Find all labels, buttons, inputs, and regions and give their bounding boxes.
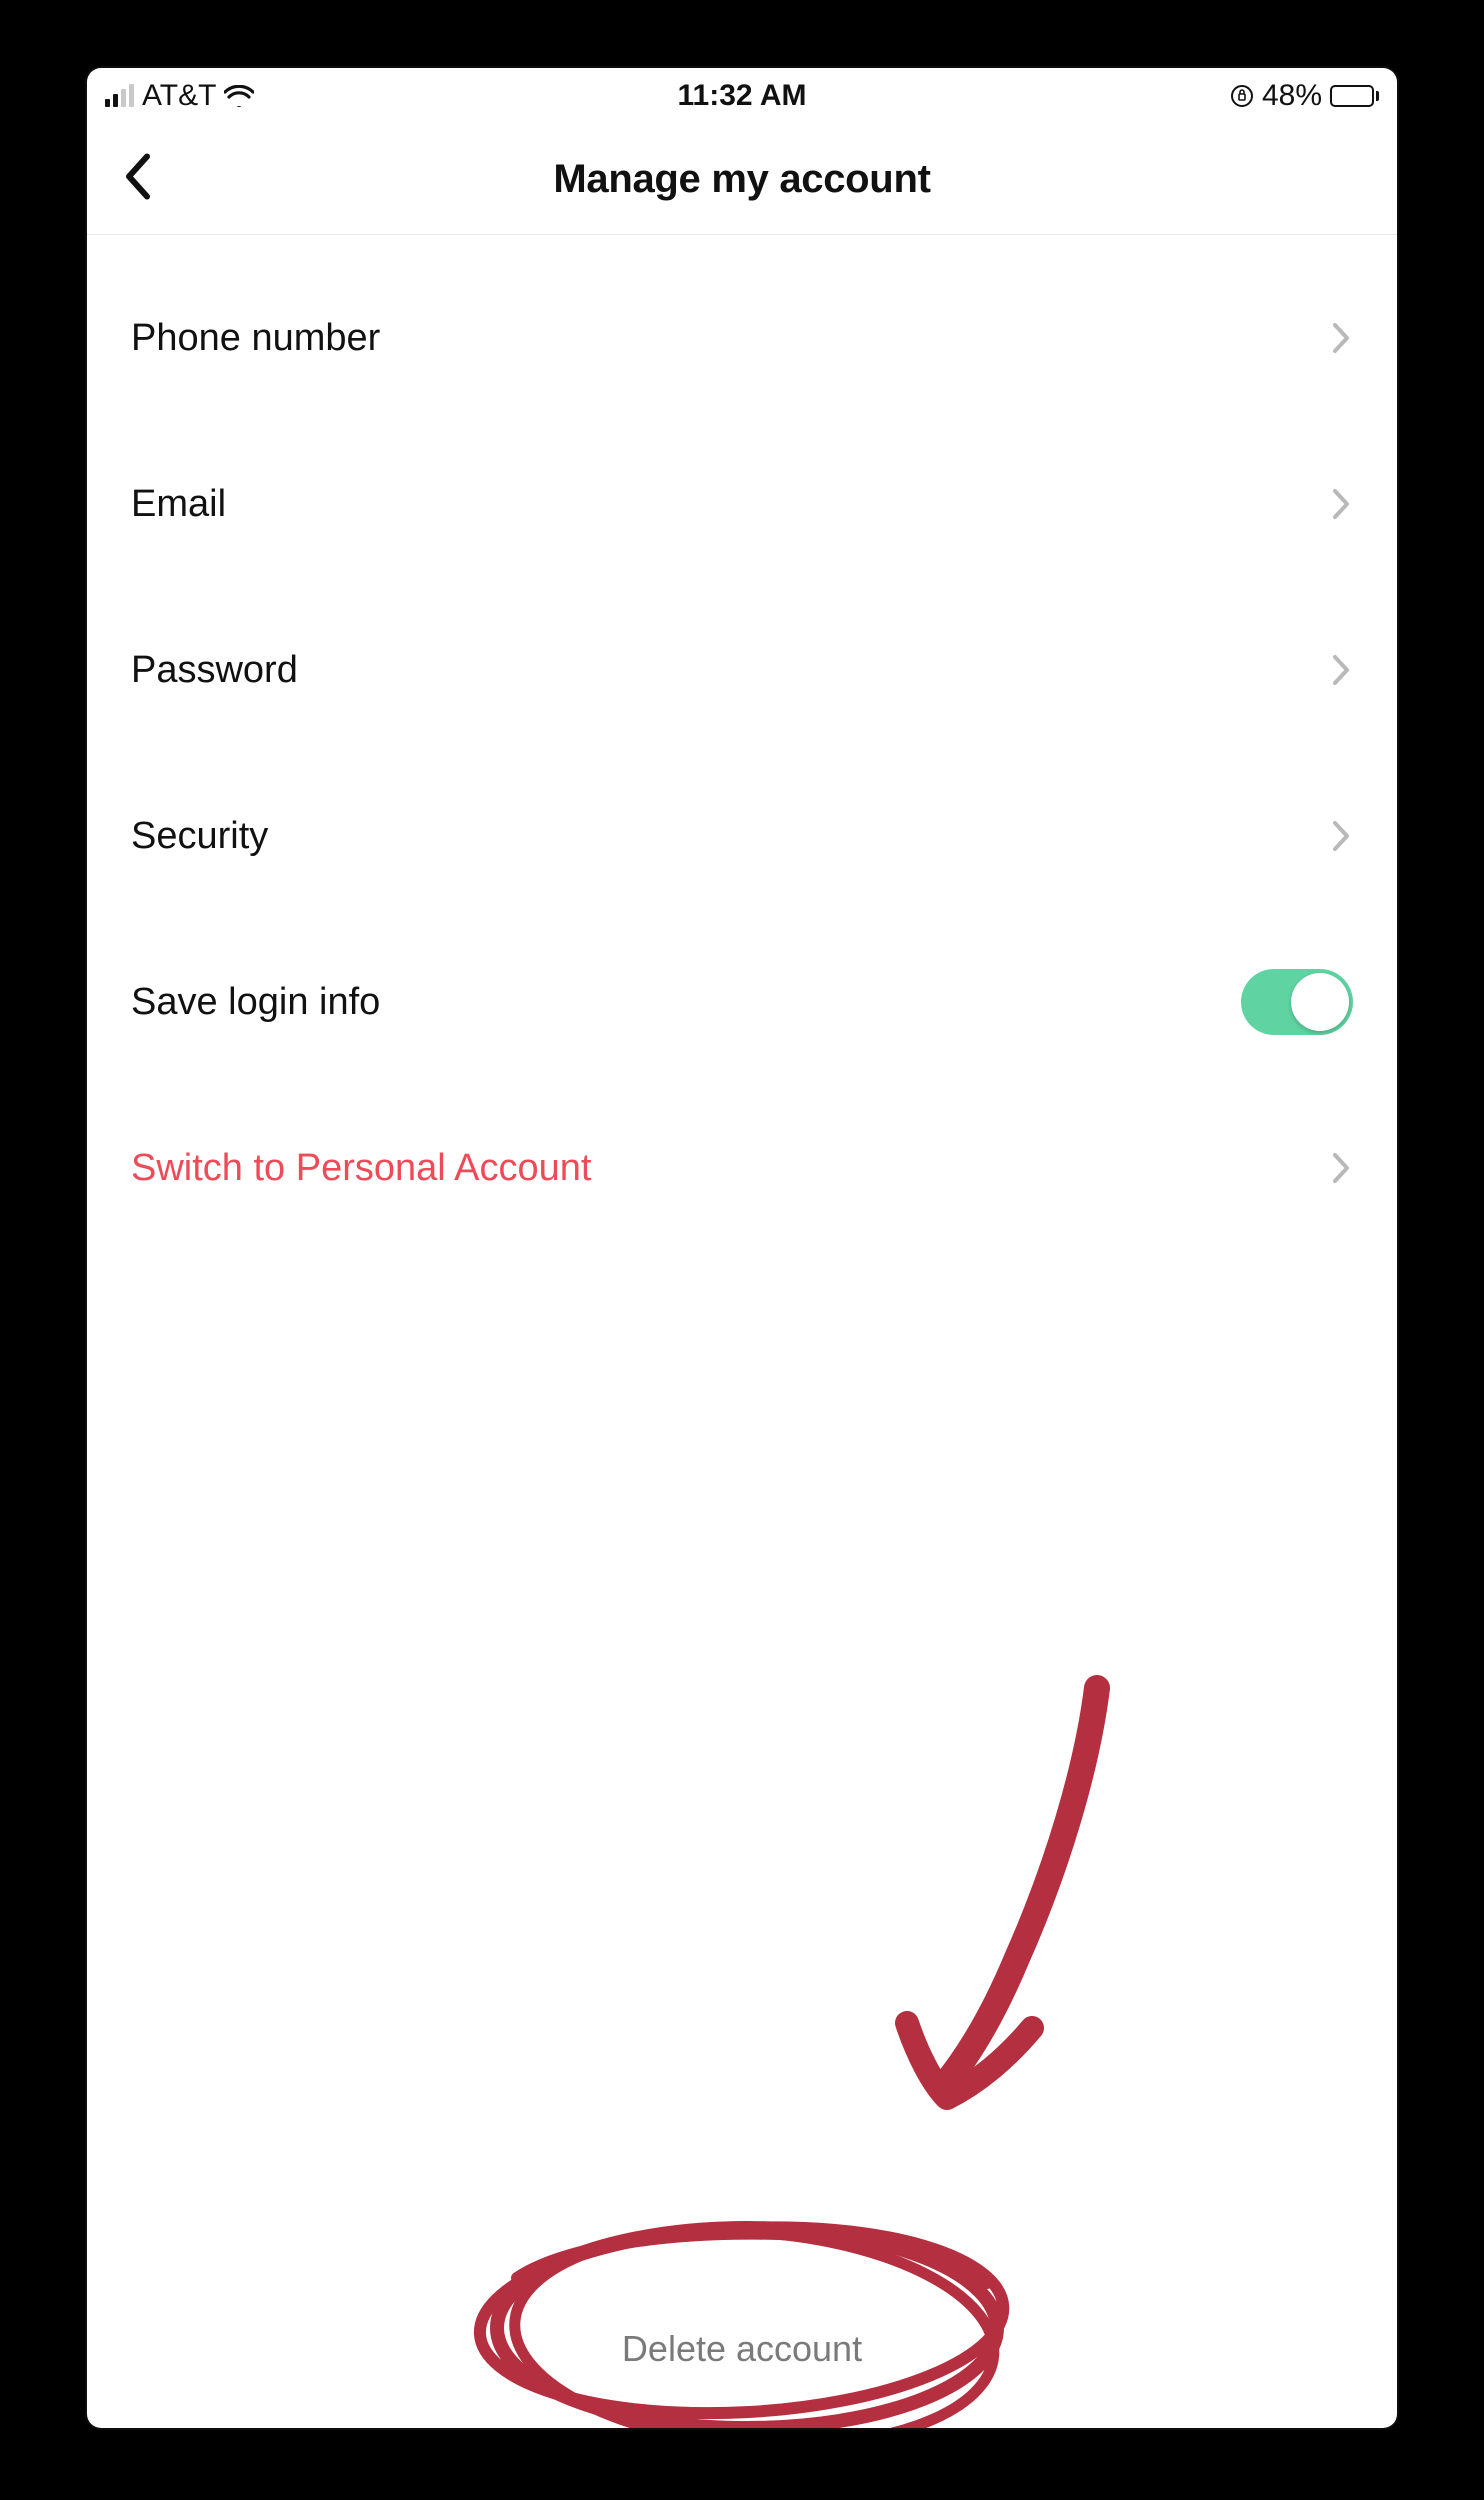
row-label: Save login info <box>131 981 380 1024</box>
row-label: Password <box>131 649 298 692</box>
battery-icon <box>1330 85 1379 107</box>
row-label: Switch to Personal Account <box>131 1147 591 1190</box>
chevron-right-icon <box>1331 487 1353 521</box>
chevron-right-icon <box>1331 1151 1353 1185</box>
row-label: Email <box>131 483 226 526</box>
save-login-toggle[interactable] <box>1241 969 1353 1035</box>
row-security[interactable]: Security <box>87 753 1397 919</box>
clock-label: 11:32 AM <box>530 79 955 113</box>
rotation-lock-icon <box>1230 84 1254 108</box>
phone-screen: AT&T 11:32 AM <box>87 68 1397 2428</box>
row-label: Security <box>131 815 268 858</box>
chevron-left-icon <box>121 151 155 203</box>
row-switch-account[interactable]: Switch to Personal Account <box>87 1085 1397 1251</box>
page-title: Manage my account <box>553 157 930 202</box>
back-button[interactable] <box>121 151 155 208</box>
row-password[interactable]: Password <box>87 587 1397 753</box>
row-email[interactable]: Email <box>87 421 1397 587</box>
row-phone-number[interactable]: Phone number <box>87 255 1397 421</box>
battery-pct-label: 48% <box>1262 79 1322 113</box>
row-label: Phone number <box>131 317 380 360</box>
signal-bars-icon <box>105 85 134 107</box>
delete-account-link[interactable]: Delete account <box>622 2328 862 2370</box>
carrier-label: AT&T <box>142 79 216 113</box>
chevron-right-icon <box>1331 653 1353 687</box>
row-save-login: Save login info <box>87 919 1397 1085</box>
chevron-right-icon <box>1331 321 1353 355</box>
wifi-icon <box>224 85 254 107</box>
chevron-right-icon <box>1331 819 1353 853</box>
nav-header: Manage my account <box>87 124 1397 235</box>
status-bar: AT&T 11:32 AM <box>87 68 1397 124</box>
